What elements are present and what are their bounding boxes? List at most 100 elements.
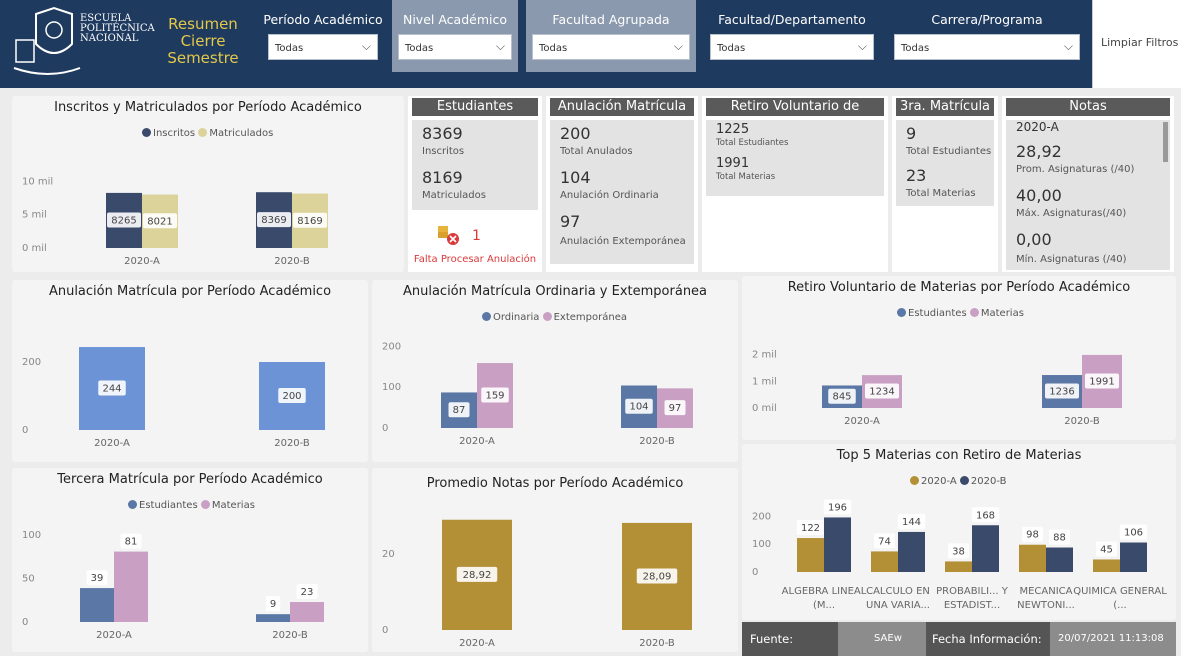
data-label: 28,09 (643, 571, 672, 582)
data-label: 9 (270, 599, 276, 610)
report-title: Resumen Cierre Semestre (167, 15, 239, 67)
data-label: 8369 (261, 215, 286, 226)
warning-icon (438, 226, 459, 245)
data-label: 1236 (1049, 387, 1074, 398)
card-estudiantes: Estudiantes 8369 Inscritos 8169 Matricul… (408, 96, 542, 272)
y-tick-label: 20 (382, 549, 395, 560)
nivel-select[interactable]: Todas ⌵ (398, 34, 512, 60)
y-tick-label: 0 (752, 567, 758, 578)
panel-anulacion: Anulación Matrícula por Período Académic… (12, 280, 368, 462)
data-label: 87 (453, 405, 466, 416)
chevron-down-icon: ⌵ (361, 39, 371, 53)
scrollbar[interactable] (1163, 122, 1168, 162)
data-label: 196 (828, 502, 847, 513)
x-tick-label: (M... (813, 600, 835, 611)
x-tick-label: UNA VARIA... (866, 600, 930, 611)
x-tick-label: 2020-A (96, 630, 132, 641)
y-tick-label: 10 mil (22, 176, 53, 187)
data-label: 106 (1124, 528, 1143, 539)
bar[interactable] (898, 531, 925, 572)
chevron-down-icon: ⌵ (495, 39, 505, 53)
data-label: 97 (669, 403, 682, 414)
facultad-select[interactable]: Todas ⌵ (710, 34, 874, 60)
clear-filters-button[interactable]: Limpiar Filtros (1092, 0, 1181, 88)
x-tick-label: 2020-B (1064, 416, 1100, 427)
y-tick-label: 5 mil (22, 210, 47, 221)
x-tick-label: 2020-B (274, 438, 310, 449)
bar[interactable] (824, 517, 851, 572)
data-label: 28,92 (463, 570, 492, 581)
chevron-down-icon: ⌵ (673, 39, 683, 53)
bar[interactable] (114, 551, 148, 622)
facultad-agrupada-select[interactable]: Todas ⌵ (532, 34, 690, 60)
chevron-down-icon: ⌵ (857, 39, 867, 53)
y-tick-label: 200 (22, 357, 41, 368)
data-label: 74 (878, 536, 891, 547)
x-tick-label: 2020-A (844, 416, 880, 427)
x-tick-label: ALGEBRA LINEAL (782, 586, 867, 597)
periodo-select[interactable]: Todas ⌵ (268, 34, 378, 60)
x-tick-label: MECANICA (1019, 586, 1072, 597)
x-tick-label: 2020-A (94, 438, 130, 449)
x-tick-label: ESTADIST... (944, 600, 1000, 611)
x-tick-label: 2020-B (272, 630, 308, 641)
data-label: 45 (1100, 544, 1113, 555)
y-tick-label: 50 (22, 574, 35, 585)
data-label: 144 (902, 517, 921, 528)
card-notas: Notas 2020-A 28,92 Prom. Asignaturas (/4… (1002, 96, 1174, 272)
data-label: 39 (91, 573, 104, 584)
bar[interactable] (1093, 559, 1120, 572)
x-tick-label: (... (1113, 600, 1126, 611)
data-label: 1234 (869, 387, 894, 398)
data-label: 159 (485, 391, 504, 402)
x-tick-label: 2020-B (639, 638, 675, 649)
data-label: 8265 (111, 215, 136, 226)
bar[interactable] (1019, 544, 1046, 572)
panel-promedio: Promedio Notas por Período Académico 0 20… (372, 468, 738, 652)
filter-nivel[interactable]: Nivel Académico Todas ⌵ (392, 0, 518, 72)
filter-carrera[interactable]: Carrera/Programa Todas ⌵ (888, 0, 1086, 72)
data-label: 244 (102, 384, 121, 395)
data-label: 38 (952, 546, 965, 557)
data-label: 104 (629, 402, 648, 413)
bar[interactable] (797, 538, 824, 572)
bar[interactable] (1120, 542, 1147, 572)
bar[interactable] (256, 614, 290, 622)
school-name: ESCUELA POLITÉCNICA NACIONAL (80, 13, 155, 44)
y-tick-label: 100 (382, 382, 401, 393)
data-label: 23 (301, 587, 314, 598)
data-label: 98 (1026, 530, 1039, 541)
footer-source-label: Fuente: (742, 622, 838, 656)
data-label: 1991 (1089, 376, 1114, 387)
alert-count: 1 (472, 228, 481, 244)
panel-tercera: Tercera Matrícula por Período Académico … (12, 468, 368, 652)
panel-inscritos: Inscritos y Matriculados por Período Aca… (12, 96, 404, 272)
bar[interactable] (972, 525, 999, 572)
y-tick-label: 100 (22, 530, 41, 541)
x-tick-label: 2020-B (639, 436, 675, 447)
data-label: 8169 (297, 216, 322, 227)
data-label: 122 (801, 523, 820, 534)
bar[interactable] (290, 602, 324, 622)
filter-facultad[interactable]: Facultad/Departamento Todas ⌵ (704, 0, 880, 72)
data-label: 168 (976, 510, 995, 521)
y-tick-label: 0 (382, 423, 388, 434)
filter-facultad-agrupada[interactable]: Facultad Agrupada Todas ⌵ (526, 0, 696, 72)
x-tick-label: CALCULO EN (866, 586, 930, 597)
filter-periodo[interactable]: Período Académico Todas ⌵ (262, 0, 384, 72)
x-tick-label: 2020-A (459, 638, 495, 649)
bar[interactable] (871, 551, 898, 572)
data-label: 88 (1053, 533, 1066, 544)
x-tick-label: PROBABILI... Y (936, 586, 1009, 597)
bar[interactable] (945, 561, 972, 572)
alert-text: Falta Procesar Anulación (413, 254, 537, 265)
carrera-select[interactable]: Todas ⌵ (894, 34, 1080, 60)
card-anulacion: Anulación Matrícula 200 Total Anulados 1… (546, 96, 698, 272)
bar[interactable] (1046, 547, 1073, 572)
data-label: 81 (125, 537, 138, 548)
bar[interactable] (80, 588, 114, 622)
y-tick-label: 0 mil (752, 403, 777, 414)
x-tick-label: 2020-A (459, 436, 495, 447)
card-retiro: Retiro Voluntario de Materi... 1225 Tota… (702, 96, 888, 272)
y-tick-label: 0 (22, 617, 28, 628)
